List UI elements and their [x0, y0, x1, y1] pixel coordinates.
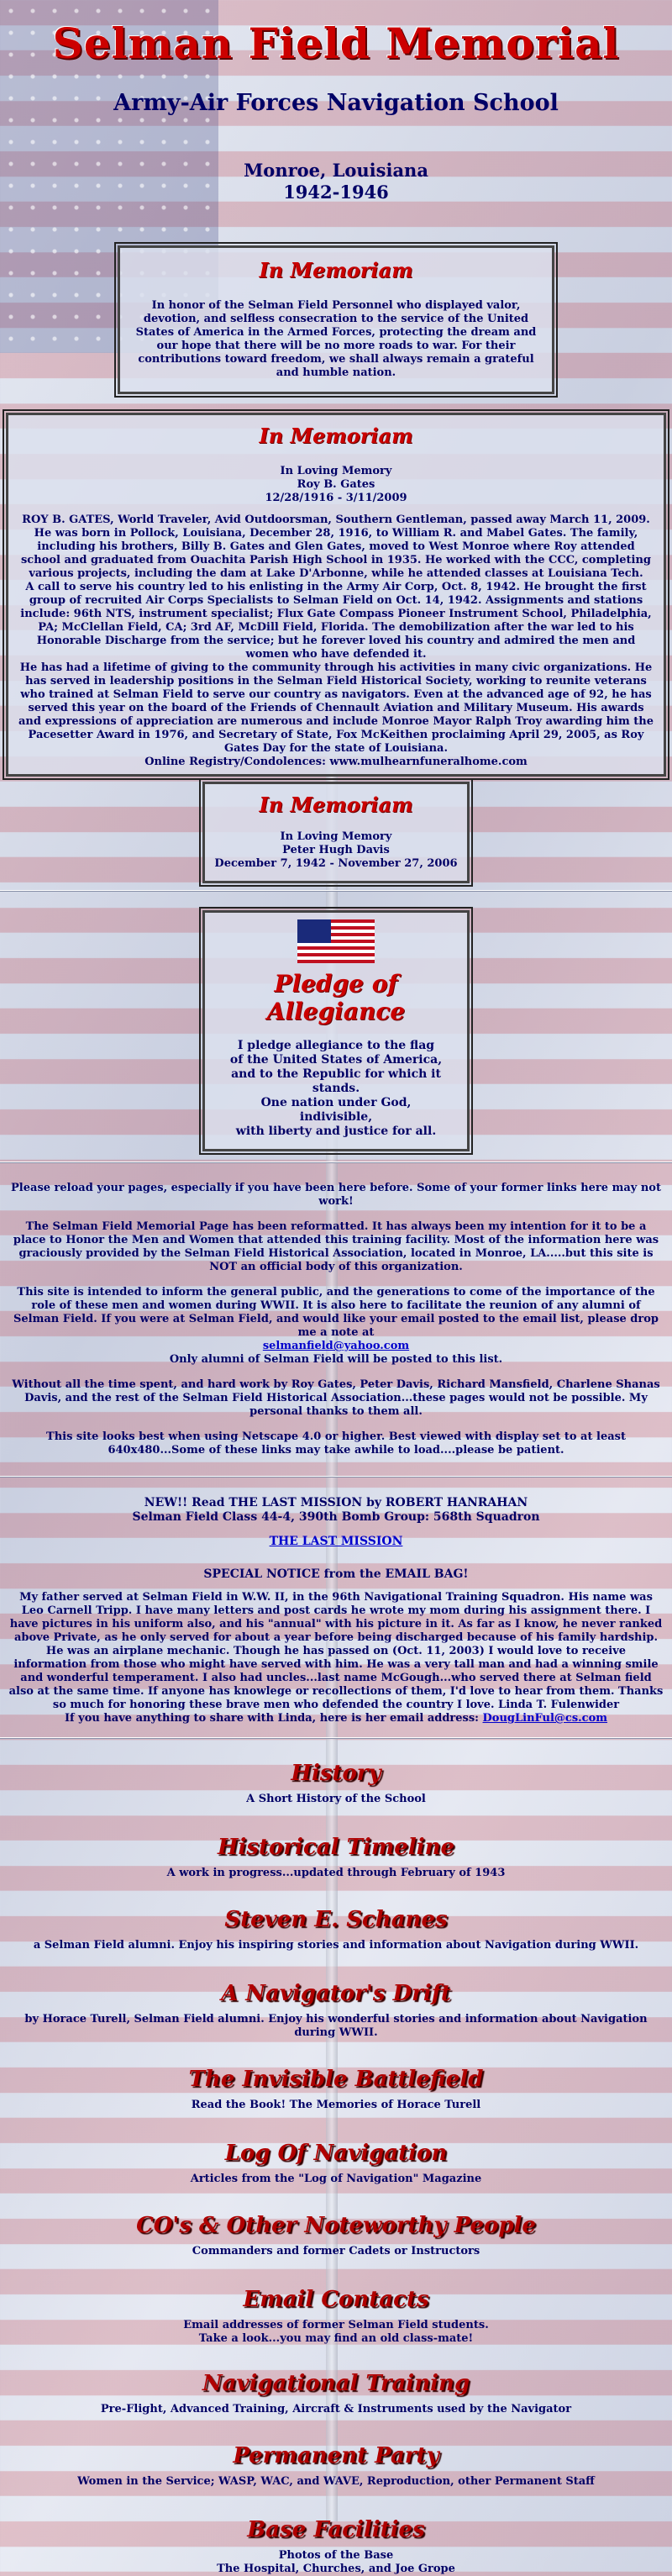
reformatted-notice: The Selman Field Memorial Page has been … [13, 1220, 659, 1273]
section-title-link[interactable]: Email Contacts [0, 2287, 672, 2312]
section-description-2: Take a look...you may find an old class-… [198, 2332, 474, 2345]
section-timeline[interactable]: Historical Timeline A work in progress..… [0, 1835, 672, 1907]
memoriam-heading: In Memoriam [259, 424, 413, 448]
pledge-line: with liberty and justice for all. [235, 1125, 437, 1138]
memoriam-line: In Loving Memory [280, 830, 392, 843]
location: Monroe, Louisiana [244, 160, 428, 181]
section-schanes[interactable]: Steven E. Schanes a Selman Field alumni.… [0, 1907, 672, 1981]
section-title-link[interactable]: Historical Timeline [0, 1835, 672, 1860]
pledge-line: of the United States of America, [229, 1053, 443, 1067]
section-title-link[interactable]: A Navigator's Drift [0, 1981, 672, 2006]
header: Selman Field Memorial Army-Air Forces Na… [0, 18, 672, 203]
section-title-link[interactable]: CO's & Other Noteworthy People [0, 2213, 672, 2238]
last-mission: NEW!! Read THE LAST MISSION by ROBERT HA… [0, 1478, 672, 1549]
email-bag: SPECIAL NOTICE from the EMAIL BAG! My fa… [0, 1549, 672, 1725]
notices: Please reload your pages, especially if … [0, 1163, 672, 1457]
section-links: History A Short History of the School Hi… [0, 1739, 672, 2576]
divider [0, 890, 672, 892]
page-subtitle: Army-Air Forces Navigation School [113, 90, 559, 116]
us-flag-icon [297, 919, 375, 963]
years: 1942-1946 [283, 182, 389, 203]
section-title-link[interactable]: History [0, 1761, 672, 1786]
memoriam-box-1: In Memoriam In honor of the Selman Field… [114, 242, 558, 398]
section-description: Women in the Service; WASP, WAC, and WAV… [77, 2475, 595, 2488]
memoriam-heading: In Memoriam [259, 793, 413, 817]
section-title-link[interactable]: Log Of Navigation [0, 2141, 672, 2166]
email-bag-share: If you have anything to share with Linda… [64, 1712, 479, 1725]
thanks-notice: Without all the time spent, and hard wor… [12, 1378, 660, 1418]
page-content: Selman Field Memorial Army-Air Forces Na… [0, 0, 672, 2576]
pledge-line: indivisible, [299, 1110, 373, 1124]
pledge-box: Pledge of Allegiance I pledge allegiance… [199, 907, 473, 1155]
section-navigational-training[interactable]: Navigational Training Pre-Flight, Advanc… [0, 2371, 672, 2443]
memoriam-box-3: In Memoriam In Loving Memory Peter Hugh … [199, 778, 473, 887]
section-description: Articles from the "Log of Navigation" Ma… [190, 2173, 482, 2185]
pledge-line: and to the Republic for which it stands. [231, 1067, 441, 1095]
section-title-link[interactable]: Steven E. Schanes [0, 1907, 672, 1932]
pledge-line: One nation under God, [260, 1096, 412, 1109]
section-description: Pre-Flight, Advanced Training, Aircraft … [100, 2403, 572, 2415]
section-description: Photos of the Base [278, 2549, 394, 2562]
selmanfield-email-link[interactable]: selmanfield@yahoo.com [263, 1340, 409, 1352]
memoriam-box-2: In Memoriam In Loving Memory Roy B. Gate… [3, 409, 669, 780]
section-description: Email addresses of former Selman Field s… [183, 2319, 489, 2331]
section-title-link[interactable]: Permanent Party [0, 2443, 672, 2468]
memoriam-heading: In Memoriam [259, 258, 413, 282]
section-email-contacts[interactable]: Email Contacts Email addresses of former… [0, 2287, 672, 2371]
memoriam-registry: Online Registry/Condolences: www.mulhear… [144, 756, 528, 768]
section-description: Read the Book! The Memories of Horace Tu… [191, 2099, 481, 2111]
memoriam-text: In honor of the Selman Field Personnel w… [135, 299, 537, 379]
memoriam-line: In Loving Memory [280, 465, 392, 477]
email-bag-heading: SPECIAL NOTICE from the EMAIL BAG! [203, 1567, 469, 1581]
section-description: A work in progress...updated through Feb… [166, 1867, 506, 1879]
section-description: a Selman Field alumni. Enjoy his inspiri… [33, 1939, 639, 1952]
reload-notice: Please reload your pages, especially if … [11, 1182, 661, 1208]
site-title: Selman Field Memorial [52, 18, 620, 68]
section-history[interactable]: History A Short History of the School [0, 1761, 672, 1835]
section-title-link[interactable]: Navigational Training [0, 2371, 672, 2396]
section-description: A Short History of the School [246, 1793, 426, 1805]
memoriam-dates: December 7, 1942 - November 27, 2006 [214, 857, 458, 870]
section-navigators-drift[interactable]: A Navigator's Drift by Horace Turell, Se… [0, 1981, 672, 2067]
section-title-link[interactable]: The Invisible Battlefield [0, 2067, 672, 2092]
memoriam-dates: 12/28/1916 - 3/11/2009 [265, 492, 407, 504]
last-mission-headline: NEW!! Read THE LAST MISSION by ROBERT HA… [144, 1496, 528, 1509]
section-base-facilities[interactable]: Base Facilities Photos of the Base The H… [0, 2517, 672, 2576]
intended-notice: This site is intended to inform the gene… [13, 1286, 659, 1339]
memoriam-name: Roy B. Gates [297, 478, 375, 491]
linda-email-link[interactable]: DougLinFul@cs.com [483, 1712, 608, 1725]
last-mission-class: Selman Field Class 44-4, 390th Bomb Grou… [132, 1510, 540, 1524]
memoriam-bio-3: He has had a lifetime of giving to the c… [18, 661, 654, 755]
pledge-heading: Pledge of Allegiance [266, 970, 406, 1025]
section-permanent-party[interactable]: Permanent Party Women in the Service; WA… [0, 2443, 672, 2517]
browser-notice: This site looks best when using Netscape… [46, 1430, 626, 1457]
pledge-line: I pledge allegiance to the flag [237, 1039, 435, 1052]
section-description: by Horace Turell, Selman Field alumni. E… [24, 2013, 648, 2039]
section-log-of-navigation[interactable]: Log Of Navigation Articles from the "Log… [0, 2141, 672, 2213]
email-bag-text: My father served at Selman Field in W.W.… [8, 1591, 664, 1711]
section-description: Commanders and former Cadets or Instruct… [192, 2245, 480, 2257]
section-invisible-battlefield[interactable]: The Invisible Battlefield Read the Book!… [0, 2067, 672, 2141]
memoriam-bio: ROY B. GATES, World Traveler, Avid Outdo… [20, 514, 652, 580]
section-noteworthy-people[interactable]: CO's & Other Noteworthy People Commander… [0, 2213, 672, 2287]
alumni-only-notice: Only alumni of Selman Field will be post… [169, 1353, 503, 1366]
section-description-2: The Hospital, Churches, and Joe Grope [217, 2563, 455, 2575]
last-mission-link[interactable]: THE LAST MISSION [270, 1535, 403, 1548]
memoriam-bio-2: A call to serve his country led to his e… [20, 581, 652, 661]
memoriam-name: Peter Hugh Davis [282, 844, 390, 856]
